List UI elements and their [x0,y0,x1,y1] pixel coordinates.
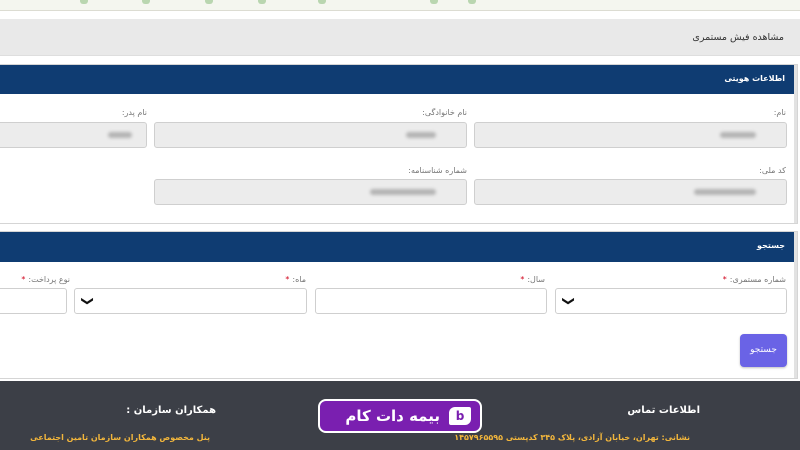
page-header: مشاهده فیش مستمری [0,19,800,56]
father-value-redacted [108,132,132,138]
year-input[interactable] [315,288,547,314]
contact-title: اطلاعات تماس [627,405,700,416]
identity-panel-header: اطلاعات هویتی [0,65,797,94]
chevron-down-icon: ❯ [81,295,96,307]
partners-link[interactable]: پنل مخصوص همکاران سازمان تامین اجتماعی [30,433,210,442]
name-field [474,122,787,148]
decor-dot [318,0,326,4]
search-panel-header: جستجو [0,232,797,262]
id-number-field [154,179,467,205]
national-code-value-redacted [694,189,756,195]
father-field [0,122,147,148]
site-logo[interactable]: b بیمه دات کام [318,399,482,433]
search-button[interactable]: جستجو [740,334,787,367]
decor-dot [430,0,438,4]
family-value-redacted [406,132,436,138]
month-label: ماه:* [285,275,306,284]
required-mark: * [285,275,290,284]
partners-title: همکاران سازمان : [126,405,216,416]
decor-dot [80,0,88,4]
year-label: سال:* [520,275,545,284]
pension-no-select[interactable]: ❯ [555,288,787,314]
payment-type-label: نوع پرداخت:* [21,275,70,284]
name-label: نام: [773,108,786,117]
decor-dot [468,0,476,4]
id-number-value-redacted [370,189,436,195]
chevron-down-icon: ❯ [562,295,577,307]
father-label: نام پدر: [121,108,147,117]
top-strip [0,0,800,11]
logo-mark-icon: b [449,407,471,425]
family-label: نام خانوادگی: [422,108,467,117]
identity-panel-title: اطلاعات هویتی [724,74,785,83]
month-select[interactable]: ❯ [74,288,307,314]
decor-dot [142,0,150,4]
required-mark: * [21,275,26,284]
pension-no-label: شماره مستمری:* [723,275,786,284]
pension-no-label-text: شماره مستمری: [729,275,786,284]
page-title: مشاهده فیش مستمری [692,32,784,43]
id-number-label: شماره شناسنامه: [408,166,467,175]
payment-type-select[interactable] [0,288,67,314]
name-value-redacted [720,132,756,138]
national-code-field [474,179,787,205]
required-mark: * [520,275,525,284]
panel-scrollbar [794,232,797,378]
logo-text: بیمه دات کام [345,407,440,425]
month-label-text: ماه: [292,275,306,284]
decor-dot [205,0,213,4]
family-field [154,122,467,148]
decor-dot [258,0,266,4]
panel-scrollbar [794,65,797,223]
required-mark: * [722,275,727,284]
national-code-label: کد ملی: [759,166,786,175]
payment-type-label-text: نوع پرداخت: [28,275,70,284]
year-label-text: سال: [527,275,545,284]
search-panel-title: جستجو [757,241,785,250]
contact-address: نشانی: تهران، خیابان آزادی، پلاک ۳۴۵ کدپ… [454,433,690,442]
